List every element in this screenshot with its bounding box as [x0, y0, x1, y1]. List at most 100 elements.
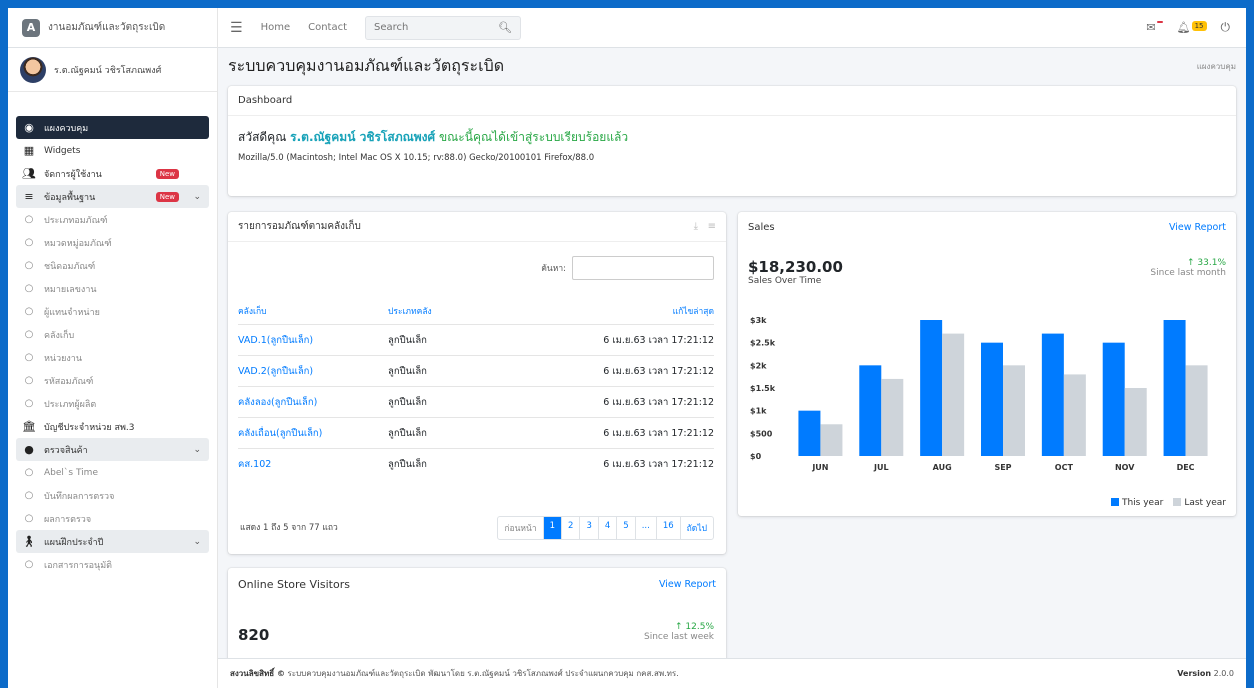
bar-last-year[interactable] — [1124, 388, 1147, 456]
bar-this-year[interactable] — [1041, 333, 1064, 456]
power-icon[interactable]: ⏻ — [1221, 20, 1231, 35]
bar-this-year[interactable] — [1102, 342, 1125, 456]
menu-toggle-icon[interactable]: ☰ — [230, 20, 243, 36]
sidebar-item-label: คลังเก็บ — [44, 330, 75, 341]
bomb-icon: ● — [24, 443, 34, 456]
bar-last-year[interactable] — [1003, 365, 1025, 456]
sidebar-item-master-data[interactable]: ≡ ข้อมูลพื้นฐาน New ⌄ — [16, 185, 209, 208]
sales-summary: $18,230.00 Sales Over Time — [748, 258, 843, 286]
sidebar-subitem[interactable]: ○ ประเภทอมภัณฑ์ — [16, 208, 209, 231]
sidebar-subitem[interactable]: ○ หน่วยงาน — [16, 346, 209, 369]
warehouse-link[interactable]: คลังลอง(ลูกปืนเล็ก) — [238, 395, 388, 410]
page-link[interactable]: 3 — [579, 517, 597, 539]
bar-last-year[interactable] — [1185, 365, 1208, 456]
download-icon[interactable]: ⤓ — [694, 221, 698, 232]
sidebar: ร.ต.ณัฐคมน์ วชิรโสภณพงศ์ ◉ แผงควบคุม ▦ Wid… — [8, 48, 218, 688]
warehouse-link[interactable]: VAD.2(ลูกปืนเล็ก) — [238, 364, 388, 379]
card-header: Sales View Report — [738, 212, 1236, 242]
x-tick-label: SEP — [994, 463, 1011, 472]
sidebar-subitem[interactable]: ○ บันทึกผลการตรวจ — [16, 484, 209, 507]
y-tick-label: $3k — [750, 316, 767, 325]
sidebar-item-label: เอกสารการอนุมัติ — [44, 560, 112, 571]
warehouse-link[interactable]: คส.102 — [238, 457, 388, 472]
visitors-since: Since last week — [643, 632, 714, 642]
nav-home[interactable]: Home — [261, 22, 291, 33]
welcome-message: สวัสดีคุณ ร.ต.ณัฐคมน์ วชิรโสภณพงศ์ ขณะนี… — [228, 116, 1236, 149]
table-cell: 6 เม.ย.63 เวลา 17:21:12 — [603, 458, 714, 470]
warehouse-link[interactable]: คลังเถื่อน(ลูกปืนเล็ก) — [238, 426, 388, 441]
messages-icon[interactable]: ✉ — [1146, 21, 1163, 34]
warehouse-link[interactable]: VAD.1(ลูกปืนเล็ก) — [238, 333, 388, 348]
sidebar-item-users[interactable]: 👥︎ จัดการผู้ใช้งาน New — [16, 162, 209, 185]
sidebar-subitem[interactable]: ○ หมายเลขงาน — [16, 277, 209, 300]
sidebar-subitem[interactable]: ○ Abel`s Time — [16, 461, 209, 484]
legend-label: This year — [1121, 498, 1164, 508]
bar-this-year[interactable] — [920, 320, 943, 456]
sidebar-item-annual-plan[interactable]: 🚶︎ แผนฝึกประจำปี ⌄ — [16, 530, 209, 553]
y-tick-label: $1.5k — [750, 384, 776, 393]
user-panel[interactable]: ร.ต.ณัฐคมน์ วชิรโสภณพงศ์ — [8, 48, 217, 92]
breadcrumb[interactable]: แผงควบคุม — [1197, 60, 1236, 73]
table-row: คส.102 ลูกปืนเล็ก 6 เม.ย.63 เวลา 17:21:12 — [238, 448, 714, 479]
col-header[interactable]: ประเภทคลัง — [388, 304, 508, 318]
sidebar-subitem[interactable]: ○ ประเภทผู้ผลิต — [16, 392, 209, 415]
search-input[interactable] — [374, 22, 484, 33]
y-tick-label: $500 — [750, 429, 773, 438]
bar-this-year[interactable] — [1163, 320, 1186, 456]
sidebar-subitem[interactable]: ○ ผลการตรวจ — [16, 507, 209, 530]
sidebar-item-widgets[interactable]: ▦ Widgets — [16, 139, 209, 162]
brand-name: งานอมภัณฑ์และวัตถุระเบิด — [48, 22, 166, 33]
card-title: Online Store Visitors — [238, 577, 350, 591]
col-header[interactable]: แก้ไขล่าสุด — [508, 304, 714, 318]
sidebar-item-unit-account[interactable]: 🏛︎ บัญชีประจำหน่วย สพ.3 — [16, 415, 209, 438]
bar-this-year[interactable] — [859, 365, 882, 456]
brand[interactable]: A งานอมภัณฑ์และวัตถุระเบิด — [8, 8, 218, 48]
copyright-text: ระบบควบคุมงานอมภัณฑ์และวัตถุระเบิด พัฒนา… — [287, 669, 679, 678]
sidebar-subitem[interactable]: ○ ผู้แทนจำหน่าย — [16, 300, 209, 323]
sidebar-subitem[interactable]: ○ เอกสารการอนุมัติ — [16, 553, 209, 576]
bar-this-year[interactable] — [798, 410, 821, 456]
circle-icon: ○ — [24, 329, 34, 340]
bar-this-year[interactable] — [981, 342, 1003, 456]
legend-this-year[interactable]: This year — [1110, 498, 1164, 508]
page-next[interactable]: ถัดไป — [679, 517, 713, 539]
table-cell: ลูกปืนเล็ก — [388, 396, 427, 408]
footer-version: Version 2.0.0 — [1177, 669, 1234, 678]
view-report-link[interactable]: View Report — [659, 579, 716, 590]
sidebar-item-inspection[interactable]: ● ตรวจสินค้า ⌄ — [16, 438, 209, 461]
page-link[interactable]: 5 — [616, 517, 634, 539]
chevron-down-icon: ⌄ — [193, 536, 201, 547]
bar-last-year[interactable] — [820, 424, 843, 456]
nav-contact[interactable]: Contact — [308, 22, 347, 33]
sidebar-item-dashboard[interactable]: ◉ แผงควบคุม — [16, 116, 209, 139]
card-title: Sales — [748, 221, 775, 233]
page-link[interactable]: 4 — [597, 517, 616, 539]
sidebar-item-label: ผู้แทนจำหน่าย — [44, 307, 100, 318]
col-header[interactable]: คลังเก็บ — [238, 304, 388, 318]
page-header: ระบบควบคุมงานอมภัณฑ์และวัตถุระเบิด แผงคว… — [218, 48, 1246, 84]
user-name: ร.ต.ณัฐคมน์ วชิรโสภณพงศ์ — [54, 65, 162, 76]
search-icon[interactable]: 🔍︎ — [498, 21, 512, 34]
brand-logo: A — [22, 18, 40, 37]
notifications-icon[interactable]: 🔔︎ 15 — [1177, 21, 1207, 34]
table-search-input[interactable] — [572, 256, 714, 280]
sidebar-subitem[interactable]: ○ ชนิดอมภัณฑ์ — [16, 254, 209, 277]
page-prev[interactable]: ก่อนหน้า — [498, 517, 542, 539]
view-report-link[interactable]: View Report — [1169, 222, 1226, 233]
sidebar-subitem[interactable]: ○ หมวดหมู่อมภัณฑ์ — [16, 231, 209, 254]
sidebar-subitem[interactable]: ○ คลังเก็บ — [16, 323, 209, 346]
card-header: Online Store Visitors View Report — [228, 568, 726, 600]
page-link[interactable]: 16 — [655, 517, 680, 539]
circle-icon: ○ — [24, 306, 34, 317]
dashboard-card: Dashboard สวัสดีคุณ ร.ต.ณัฐคมน์ วชิรโสภณ… — [228, 86, 1236, 196]
bar-last-year[interactable] — [881, 378, 904, 456]
legend-last-year[interactable]: Last year — [1173, 498, 1226, 508]
bar-last-year[interactable] — [942, 333, 965, 456]
sidebar-subitem[interactable]: ○ รหัสอมภัณฑ์ — [16, 369, 209, 392]
page-link[interactable]: 2 — [561, 517, 579, 539]
circle-icon: ○ — [24, 513, 34, 524]
bar-last-year[interactable] — [1063, 374, 1086, 456]
menu-icon[interactable]: ≡ — [708, 221, 716, 232]
sidebar-item-label: บันทึกผลการตรวจ — [44, 491, 115, 502]
page-link[interactable]: 1 — [542, 517, 562, 539]
